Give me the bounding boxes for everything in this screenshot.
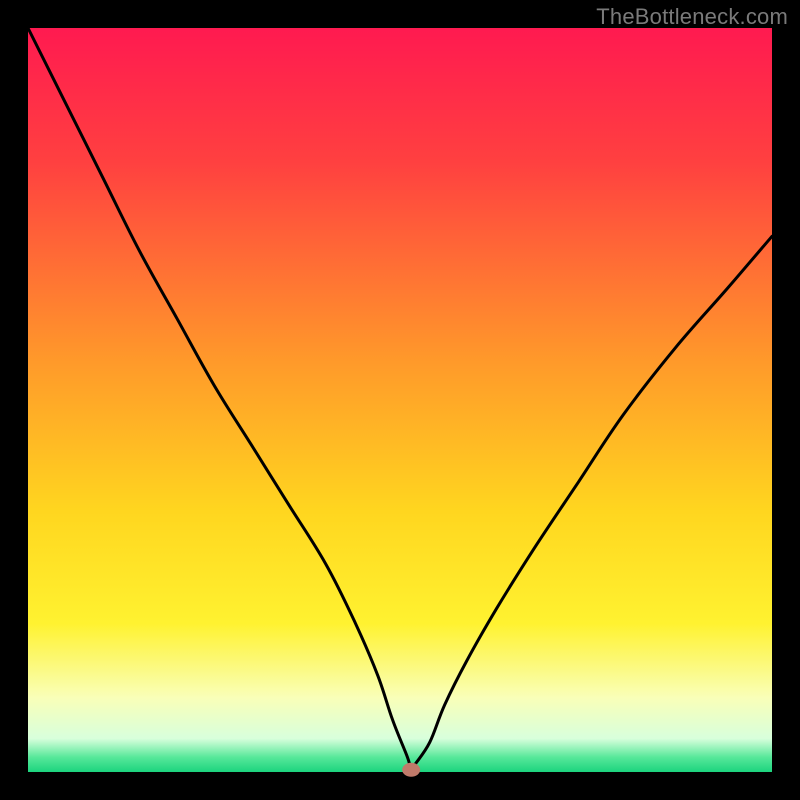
optimum-marker (402, 763, 420, 777)
chart-container: TheBottleneck.com (0, 0, 800, 800)
bottleneck-chart (0, 0, 800, 800)
watermark-text: TheBottleneck.com (596, 4, 788, 30)
